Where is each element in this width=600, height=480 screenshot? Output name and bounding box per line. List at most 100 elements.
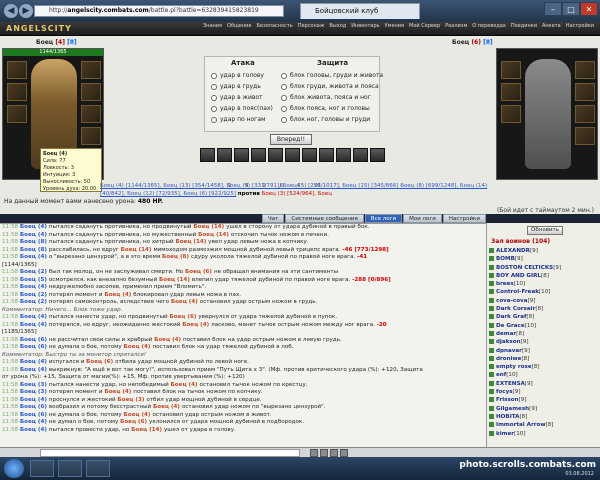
skill-icon[interactable] bbox=[217, 148, 232, 162]
player-row[interactable]: BOMB[9] bbox=[489, 255, 597, 263]
player-name[interactable]: demar bbox=[496, 331, 516, 337]
player-row[interactable]: kimer[10] bbox=[489, 430, 597, 438]
log-actor[interactable]: Боец (4) bbox=[20, 224, 49, 230]
player-name[interactable]: enf bbox=[496, 372, 506, 378]
top-menu-item[interactable]: Выход bbox=[329, 23, 346, 29]
log-target[interactable]: Боец (4) bbox=[104, 292, 133, 298]
chat-tab[interactable]: Настройки bbox=[442, 214, 486, 223]
address-bar[interactable]: http://angelscity.combats.com/battle.pl?… bbox=[34, 5, 284, 17]
player-row[interactable]: brees[10] bbox=[489, 280, 597, 288]
log-actor[interactable]: Боец (4) bbox=[20, 419, 49, 425]
top-menu-item[interactable]: О переводах bbox=[472, 23, 506, 29]
player-name[interactable]: focys bbox=[496, 389, 513, 395]
log-target[interactable]: Боец (4) bbox=[153, 404, 182, 410]
log-actor[interactable]: Боец (4) bbox=[20, 427, 49, 433]
top-menu-item[interactable]: Реализм bbox=[445, 23, 467, 29]
attack-option[interactable]: удар по ногам bbox=[211, 115, 266, 124]
defense-option[interactable]: блок головы, груди и живота bbox=[281, 71, 383, 80]
player-name[interactable]: dpnavar bbox=[496, 348, 522, 354]
forward-button[interactable]: ▶ bbox=[19, 4, 33, 18]
radio-icon[interactable] bbox=[281, 72, 287, 79]
log-actor[interactable]: Боец (6) bbox=[20, 344, 49, 350]
boots-slot-icon[interactable] bbox=[81, 127, 101, 145]
chat-tab[interactable]: Системные сообщения bbox=[285, 214, 364, 223]
tab-combats[interactable]: Бойцовский клуб bbox=[300, 3, 420, 19]
player-name[interactable]: Dark Corsair bbox=[496, 306, 535, 312]
player-row[interactable]: EXTENSA[9] bbox=[489, 380, 597, 388]
attack-option[interactable]: удар в пояс(пах) bbox=[211, 104, 273, 113]
defense-option[interactable]: блок груди, живота и пояса bbox=[281, 82, 379, 91]
top-menu-item[interactable]: Умения bbox=[385, 23, 404, 29]
log-target[interactable]: Боец (14) bbox=[131, 427, 164, 433]
player-name[interactable]: EXTENSA bbox=[496, 381, 525, 387]
log-actor[interactable]: Боец (2) bbox=[20, 292, 49, 298]
skill-icon[interactable] bbox=[302, 148, 317, 162]
attack-option[interactable]: удар в живот bbox=[211, 93, 263, 102]
log-target[interactable]: Боец (14) bbox=[159, 277, 192, 283]
player-name[interactable]: droniwe bbox=[496, 356, 521, 362]
player-row[interactable]: ALEXANDR[9] bbox=[489, 247, 597, 255]
player-row[interactable]: De Grace[10] bbox=[489, 322, 597, 330]
top-menu-item[interactable]: Безопасность bbox=[256, 23, 292, 29]
skill-icon[interactable] bbox=[234, 148, 249, 162]
player-name[interactable]: BOY AND GIRL bbox=[496, 273, 541, 279]
log-target[interactable]: Боец (8) bbox=[162, 254, 191, 260]
skill-icon[interactable] bbox=[353, 148, 368, 162]
log-target[interactable]: Боец (6) bbox=[86, 359, 115, 365]
taskbar-media-icon[interactable] bbox=[86, 460, 110, 477]
start-button-icon[interactable] bbox=[4, 459, 24, 478]
top-menu-item[interactable]: Анкета bbox=[542, 23, 561, 29]
defense-option[interactable]: блок пояса, ног и головы bbox=[281, 104, 370, 113]
log-actor[interactable]: Боец (6) bbox=[20, 412, 49, 418]
player-name[interactable]: djakson bbox=[496, 339, 521, 345]
log-actor[interactable]: Боец (4) bbox=[20, 359, 49, 365]
player-name[interactable]: Immortal Arrow bbox=[496, 422, 546, 428]
log-actor[interactable]: Боец (6) bbox=[20, 404, 49, 410]
log-actor[interactable]: Боец (8) bbox=[20, 247, 49, 253]
player-row[interactable]: droniwe[8] bbox=[489, 355, 597, 363]
top-menu-item[interactable]: Инвентарь bbox=[351, 23, 379, 29]
player-name[interactable]: Dark Graf bbox=[496, 314, 526, 320]
team-right-list[interactable]: Боец (3) [524/964], Боец bbox=[262, 191, 332, 197]
back-button[interactable]: ◀ bbox=[4, 4, 18, 18]
radio-icon[interactable] bbox=[281, 83, 287, 90]
log-target[interactable]: Боец (14) bbox=[121, 247, 154, 253]
player-row[interactable]: BOSTON CELTICKS[9] bbox=[489, 264, 597, 272]
log-target[interactable]: Боец (4) bbox=[123, 344, 152, 350]
log-actor[interactable]: Боец (8) bbox=[20, 239, 49, 245]
player-row[interactable]: Immortal Arrow[8] bbox=[489, 421, 597, 429]
player-name[interactable]: BOMB bbox=[496, 256, 515, 262]
player-name[interactable]: ALEXANDR bbox=[496, 248, 530, 254]
log-actor[interactable]: Боец (4) bbox=[20, 397, 49, 403]
close-button[interactable]: ✕ bbox=[580, 2, 598, 16]
chat-input[interactable] bbox=[40, 449, 300, 457]
player-row[interactable]: BOY AND GIRL[8] bbox=[489, 272, 597, 280]
log-actor[interactable]: Боец (2) bbox=[20, 269, 49, 275]
skill-icon[interactable] bbox=[370, 148, 385, 162]
player-name[interactable]: brees bbox=[496, 281, 514, 287]
log-target[interactable]: Боец (4) bbox=[123, 412, 152, 418]
log-actor[interactable]: Боец (4) bbox=[20, 322, 49, 328]
radio-icon[interactable] bbox=[211, 116, 217, 123]
player-name[interactable]: Control-Freak bbox=[496, 289, 539, 295]
skill-icon[interactable] bbox=[268, 148, 283, 162]
amulet-slot-icon[interactable] bbox=[81, 61, 101, 79]
log-actor[interactable]: Боец (6) bbox=[20, 337, 49, 343]
log-actor[interactable]: Боец (4) bbox=[20, 284, 49, 290]
player-row[interactable]: Gilgamesh[9] bbox=[489, 405, 597, 413]
chat-tab[interactable]: Чат bbox=[262, 214, 285, 223]
radio-icon[interactable] bbox=[281, 116, 287, 123]
log-target[interactable]: Боец (6) bbox=[185, 269, 214, 275]
player-name[interactable]: cova-cova bbox=[496, 298, 527, 304]
radio-icon[interactable] bbox=[211, 94, 217, 101]
maximize-button[interactable]: □ bbox=[562, 2, 580, 16]
shield-slot-icon[interactable] bbox=[81, 83, 101, 101]
player-row[interactable]: HOBITA[8] bbox=[489, 413, 597, 421]
top-menu-item[interactable]: Знания bbox=[203, 23, 222, 29]
player-name[interactable]: HOBITA bbox=[496, 414, 520, 420]
log-target[interactable]: Боец (4) bbox=[171, 299, 200, 305]
player-row[interactable]: empty rose[8] bbox=[489, 363, 597, 371]
taskbar-ie-icon[interactable] bbox=[30, 460, 54, 477]
radio-icon[interactable] bbox=[211, 83, 217, 90]
log-target[interactable]: Боец (6) bbox=[169, 314, 198, 320]
